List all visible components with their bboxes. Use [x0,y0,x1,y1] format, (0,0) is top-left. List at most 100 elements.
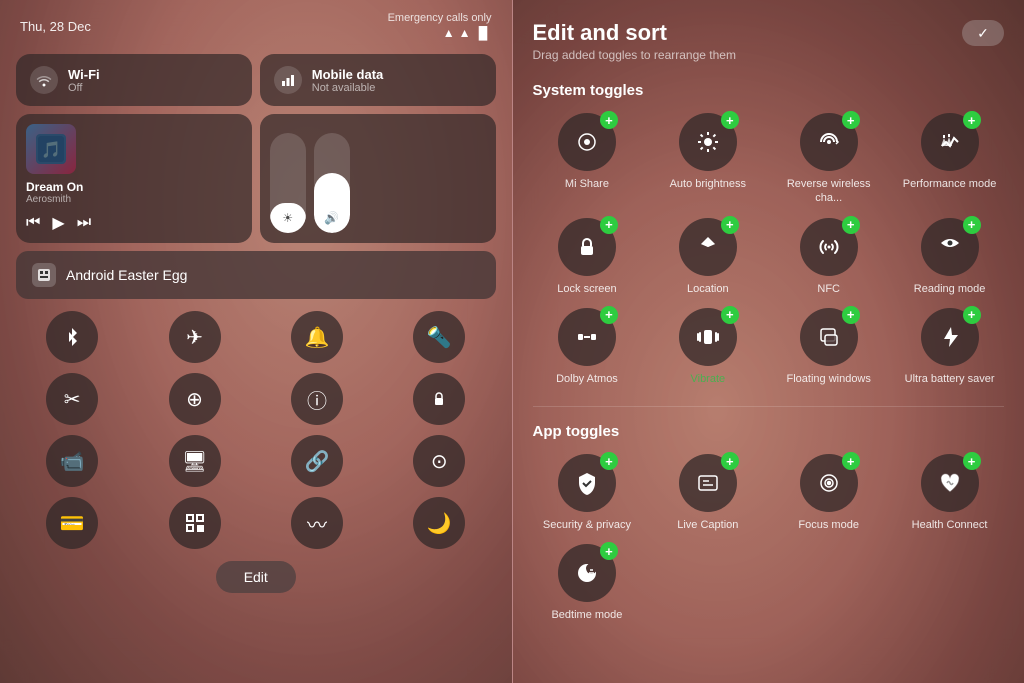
health-connect-tile[interactable]: + Health Connect [895,454,1004,532]
edit-sort-text: Edit and sort Drag added toggles to rear… [533,20,736,62]
status-icons: ▲ ▲ ▐▌ [443,26,492,40]
mobile-info: Mobile data Not available [312,67,384,94]
ultra-battery-tile[interactable]: + Ultra battery saver [895,308,1004,386]
reading-mode-label: Reading mode [914,282,986,296]
auto-brightness-label: Auto brightness [670,177,746,191]
battery-icon: ▐▌ [474,26,491,40]
lock-screen-tile[interactable]: + Lock screen [533,218,642,296]
security-privacy-tile[interactable]: + Security & privacy [533,454,642,532]
screen-toggle[interactable]: 🖥 [138,435,250,487]
vibrate-tile[interactable]: + Vibrate [653,308,762,386]
status-right: Emergency calls only ▲ ▲ ▐▌ [388,12,492,40]
wifi-button[interactable]: Wi-Fi Off [16,54,252,106]
app-section-title: App toggles [533,423,1005,440]
mobile-name: Mobile data [312,67,384,82]
location-label: Location [687,282,729,296]
wifi-status: Off [68,82,100,94]
performance-add: + [963,111,981,129]
check-button[interactable]: ✓ [962,20,1004,46]
signal-icon: ▲ [443,26,455,40]
song-name: Dream On [26,180,242,194]
focus-mode-tile[interactable]: + Focus mode [774,454,883,532]
location-circle: + [679,218,737,276]
reverse-wireless-circle: + [800,113,858,171]
edit-button[interactable]: Edit [216,561,296,593]
scan-circle [169,497,221,549]
left-panel: Thu, 28 Dec Emergency calls only ▲ ▲ ▐▌ [0,0,513,683]
easter-egg-button[interactable]: Android Easter Egg [16,251,496,299]
info-toggle[interactable]: ⓘ [261,373,373,425]
bedtime-mode-tile[interactable]: + Bedtime mode [533,544,642,622]
focus-mode-add: + [842,452,860,470]
location-tile[interactable]: + Location [653,218,762,296]
info-circle: ⓘ [291,373,343,425]
focus-mode-circle: + [800,454,858,512]
ultra-battery-label: Ultra battery saver [905,372,995,386]
check-icon: ✓ [977,25,989,42]
artist-name: Aerosmith [26,194,242,205]
moon-circle: 🌙 [413,497,465,549]
edit-sort-subtitle: Drag added toggles to rearrange them [533,48,736,62]
reverse-wireless-tile[interactable]: + Reverse wireless cha... [774,113,883,206]
location-add: + [721,216,739,234]
media-controls: ⏮ ▶ ⏭ [26,213,242,233]
airplane-toggle[interactable]: ✈ [138,311,250,363]
right-panel: Edit and sort Drag added toggles to rear… [513,0,1024,683]
reading-mode-tile[interactable]: + Reading mode [895,218,1004,296]
system-section-title: System toggles [533,82,1005,99]
waves-toggle[interactable]: 〰 [261,497,373,549]
dolby-circle: + [558,308,616,366]
dolby-tile[interactable]: + Dolby Atmos [533,308,642,386]
bluetooth-toggle[interactable] [16,311,128,363]
medical-toggle[interactable]: ⊕ [138,373,250,425]
mi-share-tile[interactable]: + Mi Share [533,113,642,206]
easter-icon [32,263,56,287]
next-button[interactable]: ⏭ [77,214,91,232]
dot-toggle[interactable]: ⊙ [383,435,495,487]
lock-rotate-toggle[interactable] [383,373,495,425]
album-art: 🎵 [26,124,76,174]
security-privacy-circle: + [558,454,616,512]
sliders-card: ☀ 🔊 [260,114,496,243]
nfc-tile[interactable]: + NFC [774,218,883,296]
vibrate-circle: + [679,308,737,366]
performance-circle: + [921,113,979,171]
scan-toggle[interactable] [138,497,250,549]
mobile-data-button[interactable]: Mobile data Not available [260,54,496,106]
play-button[interactable]: ▶ [52,213,64,233]
svg-text:🎵: 🎵 [41,141,61,159]
live-caption-circle: + [679,454,737,512]
video-toggle[interactable]: 📹 [16,435,128,487]
health-connect-circle: + [921,454,979,512]
vibrate-add: + [721,306,739,324]
moon-toggle[interactable]: 🌙 [383,497,495,549]
auto-brightness-tile[interactable]: + Auto brightness [653,113,762,206]
media-card: 🎵 Dream On Aerosmith ⏮ ▶ ⏭ [16,114,252,243]
live-caption-add: + [721,452,739,470]
focus-mode-label: Focus mode [798,518,859,532]
health-connect-add: + [963,452,981,470]
bluetooth-circle [46,311,98,363]
floating-windows-add: + [842,306,860,324]
wifi-conn-icon [30,66,58,94]
prev-button[interactable]: ⏮ [26,214,40,232]
bell-toggle[interactable]: 🔔 [261,311,373,363]
auto-brightness-add: + [721,111,739,129]
performance-tile[interactable]: + Performance mode [895,113,1004,206]
link-toggle[interactable]: 🔗 [261,435,373,487]
mobile-conn-icon [274,66,302,94]
brightness-slider[interactable]: ☀ [270,133,306,233]
flashlight-toggle[interactable]: 🔦 [383,311,495,363]
card-toggle[interactable]: 💳 [16,497,128,549]
floating-windows-tile[interactable]: + Floating windows [774,308,883,386]
app-toggles-grid: + Security & privacy + Live Caption [533,454,1005,623]
volume-slider[interactable]: 🔊 [314,133,350,233]
scissors-toggle[interactable]: ✂ [16,373,128,425]
bell-circle: 🔔 [291,311,343,363]
card-circle: 💳 [46,497,98,549]
reverse-wireless-add: + [842,111,860,129]
mi-share-label: Mi Share [565,177,609,191]
live-caption-tile[interactable]: + Live Caption [653,454,762,532]
floating-windows-label: Floating windows [787,372,871,386]
waves-circle: 〰 [291,497,343,549]
